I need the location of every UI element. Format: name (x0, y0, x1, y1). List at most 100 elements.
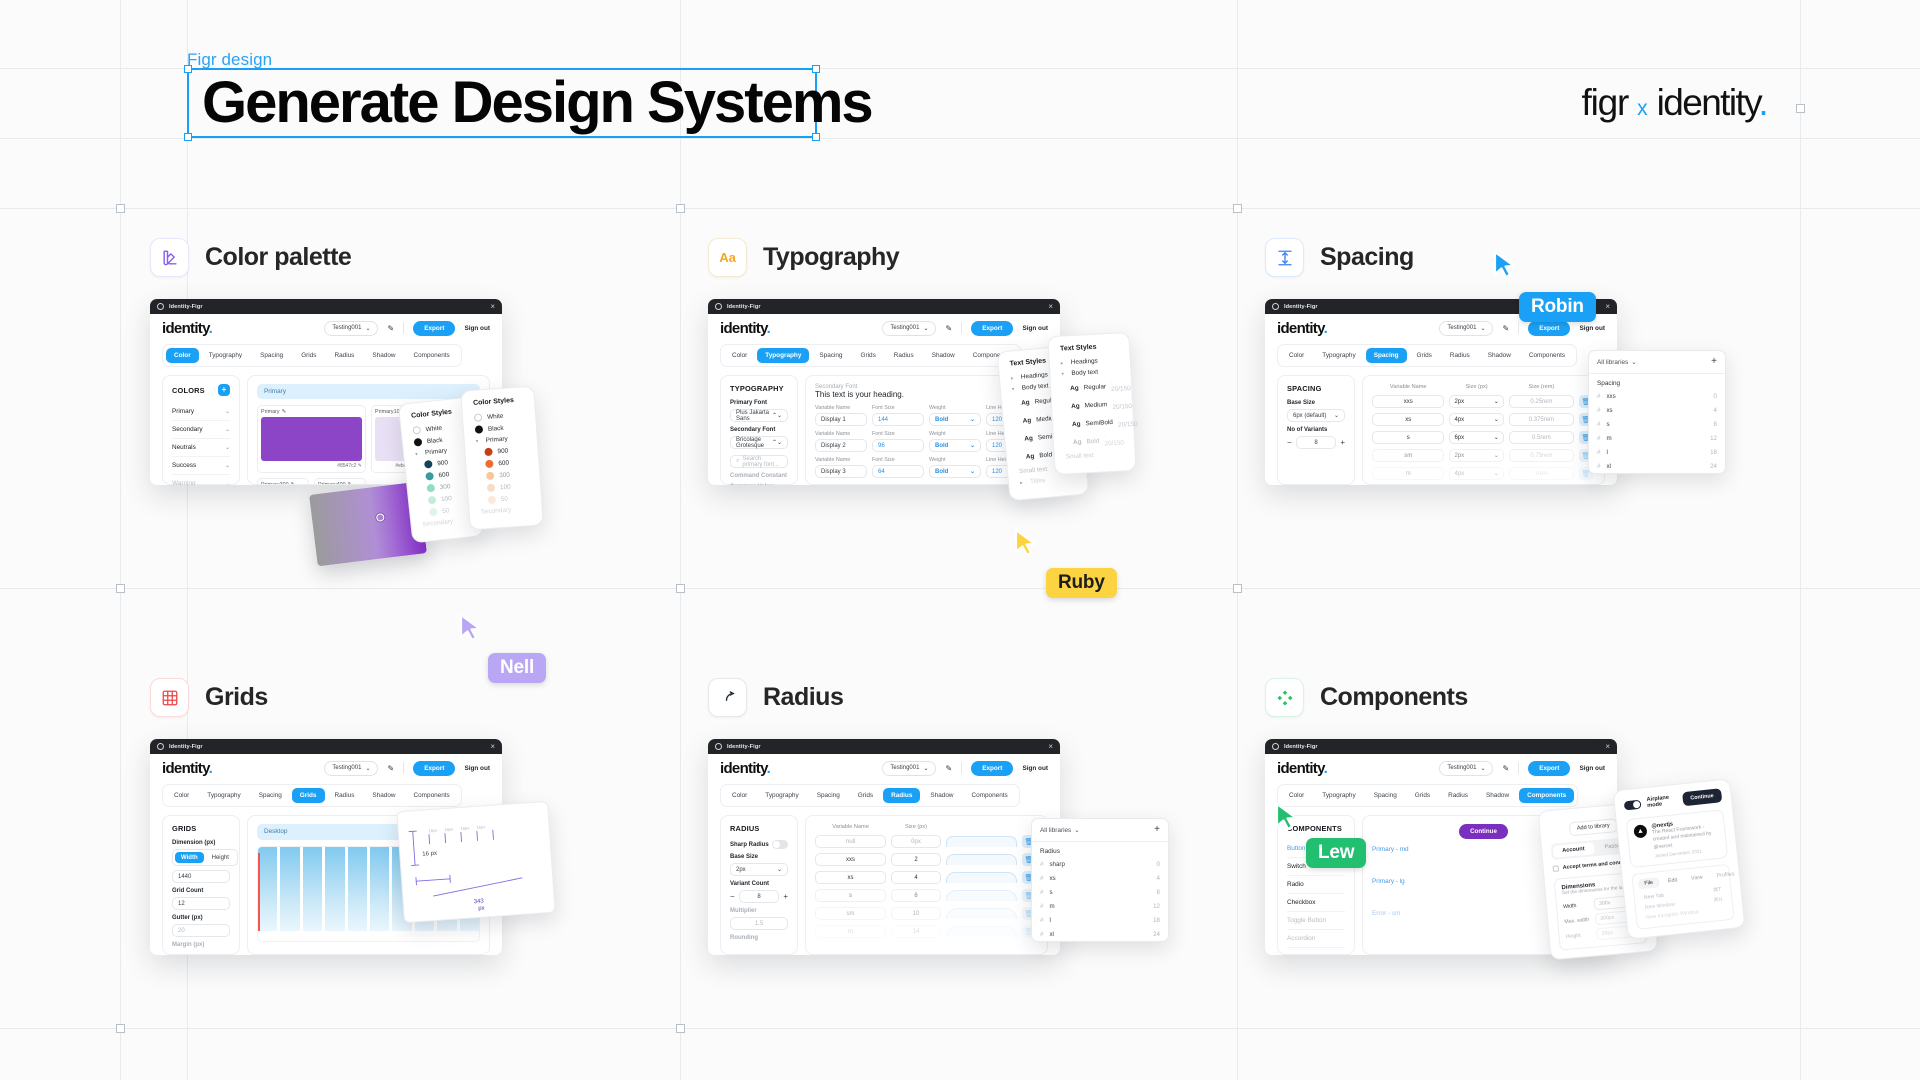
text-style-row[interactable]: AgBold· 20/150 (1065, 432, 1124, 449)
size-px-input[interactable]: 10 (891, 907, 941, 920)
close-icon[interactable]: × (490, 302, 495, 311)
variable-name-input[interactable]: m (1372, 467, 1445, 480)
tab-radius[interactable]: Radius (326, 348, 362, 363)
terms-checkbox[interactable] (1552, 865, 1560, 872)
swatch-card[interactable]: Primary400✎ #ae84d6 ✎ (314, 478, 366, 484)
export-button[interactable]: Export (971, 760, 1014, 776)
project-select[interactable]: Testing001 ⌄ (324, 760, 379, 776)
size-px-select[interactable]: 2px ⌄ (1449, 395, 1504, 408)
text-styles-card-front[interactable]: Text Styles ▸ Headings ▾ Body text Ag Regul… (1047, 331, 1138, 476)
secondary-font-select[interactable]: Bricolage Grotesque ⌃⌄ (730, 436, 788, 449)
color-group-neutrals[interactable]: Neutrals ⌄ (172, 439, 230, 457)
signout-button[interactable]: Sign out (1022, 765, 1048, 772)
size-px-select[interactable]: 6px ⌄ (1449, 431, 1504, 444)
size-px-input[interactable]: 2 (891, 853, 941, 866)
app-tabs[interactable]: Color Typography Spacing Grids Radius Sh… (720, 344, 1022, 367)
tab-components[interactable]: Components (406, 788, 458, 803)
tab-shadow[interactable]: Shadow (364, 348, 403, 363)
increment-button[interactable]: + (783, 892, 788, 901)
tab-color[interactable]: Color (724, 788, 755, 803)
style-white[interactable]: White (412, 422, 461, 435)
tab-typography[interactable]: Typography (1314, 788, 1363, 803)
tab-shadow[interactable]: Shadow (1480, 348, 1519, 363)
tab-radius[interactable]: Radius (1442, 348, 1478, 363)
edit-icon[interactable]: ✎ (945, 764, 952, 773)
app-tabs[interactable]: Color Typography Spacing Grids Radius Sh… (720, 784, 1020, 807)
swatch-card[interactable]: Primary ✎ #8547c2 ✎ (257, 405, 366, 473)
tab-account[interactable]: Account (1552, 842, 1595, 858)
size-px-input[interactable]: 14 (891, 925, 941, 938)
canvas-handle[interactable] (1233, 204, 1242, 213)
tab-grids[interactable]: Grids (293, 348, 324, 363)
style-step[interactable]: 900 (476, 445, 526, 457)
style-group-primary[interactable]: ▾ Primary (476, 434, 526, 445)
add-library-button[interactable]: + (1154, 825, 1160, 835)
library-row[interactable]: # m 12 (1589, 431, 1725, 445)
style-group-primary[interactable]: ▾ Primary (415, 446, 463, 458)
size-px-input[interactable]: 0px (891, 835, 941, 848)
size-px-select[interactable]: 2px ⌄ (1449, 449, 1504, 462)
variable-name-input[interactable]: s (815, 889, 887, 902)
library-header[interactable]: All libraries ⌄ + (1032, 819, 1168, 842)
tab-spacing[interactable]: Spacing (1366, 788, 1405, 803)
close-icon[interactable]: × (1048, 742, 1053, 751)
app-tabs[interactable]: Color Typography Spacing Grids Radius Sh… (162, 344, 462, 367)
canvas-handle[interactable] (676, 1024, 685, 1033)
font-search-input[interactable]: ⌕ Search primary font... (730, 455, 788, 468)
project-select[interactable]: Testing001 ⌄ (1439, 320, 1494, 336)
canvas-handle[interactable] (1233, 584, 1242, 593)
edit-icon[interactable]: ✎ (1502, 324, 1509, 333)
base-size-select[interactable]: 2px ⌄ (730, 863, 788, 876)
signout-button[interactable]: Sign out (464, 765, 490, 772)
library-row[interactable]: # xs 4 (1589, 403, 1725, 417)
tab-radius[interactable]: Radius (886, 348, 922, 363)
project-select[interactable]: Testing001 ⌄ (1439, 760, 1494, 776)
toggle-height[interactable]: Height (206, 852, 235, 863)
tab-radius[interactable]: Radius (327, 788, 363, 803)
base-size-select[interactable]: 6px (default) ⌄ (1287, 409, 1345, 422)
size-px-select[interactable]: 4px ⌄ (1449, 413, 1504, 426)
canvas-handle[interactable] (116, 204, 125, 213)
edit-icon[interactable]: ✎ (387, 324, 394, 333)
font-size-input[interactable]: 144 (872, 413, 924, 426)
app-window-spacing[interactable]: Identity-Figr × identity. Testing001 ⌄ ✎ … (1265, 299, 1617, 485)
selection-handle-bl[interactable] (184, 133, 192, 141)
tab-color[interactable]: Color (166, 788, 197, 803)
menu-profiles[interactable]: Profiles (1711, 869, 1740, 882)
edit-icon[interactable]: ✎ (1502, 764, 1509, 773)
export-button[interactable]: Export (413, 760, 456, 776)
signout-button[interactable]: Sign out (1579, 765, 1605, 772)
close-icon[interactable]: × (1605, 742, 1610, 751)
grid-count-input[interactable]: 12 (172, 897, 230, 910)
variable-name-input[interactable]: s (1372, 431, 1445, 444)
tab-spacing[interactable]: Spacing (251, 788, 290, 803)
add-color-button[interactable]: + (218, 384, 230, 396)
close-icon[interactable]: × (490, 742, 495, 751)
variable-name-input[interactable]: Display 1 (815, 413, 867, 426)
tab-shadow[interactable]: Shadow (1478, 788, 1517, 803)
grid-measurement-overlay[interactable]: 16 px 343 px 16px 16px 16px 16px (396, 800, 556, 924)
tab-grids[interactable]: Grids (853, 348, 884, 363)
font-size-input[interactable]: 64 (872, 465, 924, 478)
canvas-handle[interactable] (116, 1024, 125, 1033)
canvas-handle[interactable] (1796, 104, 1805, 113)
menu-item-label[interactable]: New Tab (1644, 893, 1665, 901)
tab-shadow[interactable]: Shadow (922, 788, 961, 803)
color-group-warning[interactable]: Warning ⌄ (172, 475, 230, 485)
export-button[interactable]: Export (971, 320, 1014, 336)
group-titles[interactable]: ▸ Titles (1020, 474, 1076, 486)
library-header[interactable]: All libraries ⌄ + (1589, 351, 1725, 374)
tab-spacing[interactable]: Spacing (809, 788, 848, 803)
style-step[interactable]: 100 (420, 492, 469, 505)
style-step[interactable]: 100 (479, 481, 529, 493)
continue-button[interactable]: Continue (1681, 788, 1723, 807)
app-tabs[interactable]: Color Typography Spacing Grids Radius Sh… (1277, 784, 1579, 807)
font-size-input[interactable]: 96 (872, 439, 924, 452)
primary-font-select[interactable]: Plus Jakarta Sans ⌃⌄ (730, 409, 788, 422)
variable-name-input[interactable]: xxs (815, 853, 887, 866)
tab-spacing[interactable]: Spacing (1365, 348, 1407, 363)
tab-shadow[interactable]: Shadow (924, 348, 963, 363)
components-float-card-2[interactable]: Airplane mode Continue ▲ @nextjs The Rea… (1612, 778, 1746, 940)
component-item-radio[interactable]: Radio (1287, 876, 1345, 894)
tab-grids[interactable]: Grids (1409, 348, 1440, 363)
